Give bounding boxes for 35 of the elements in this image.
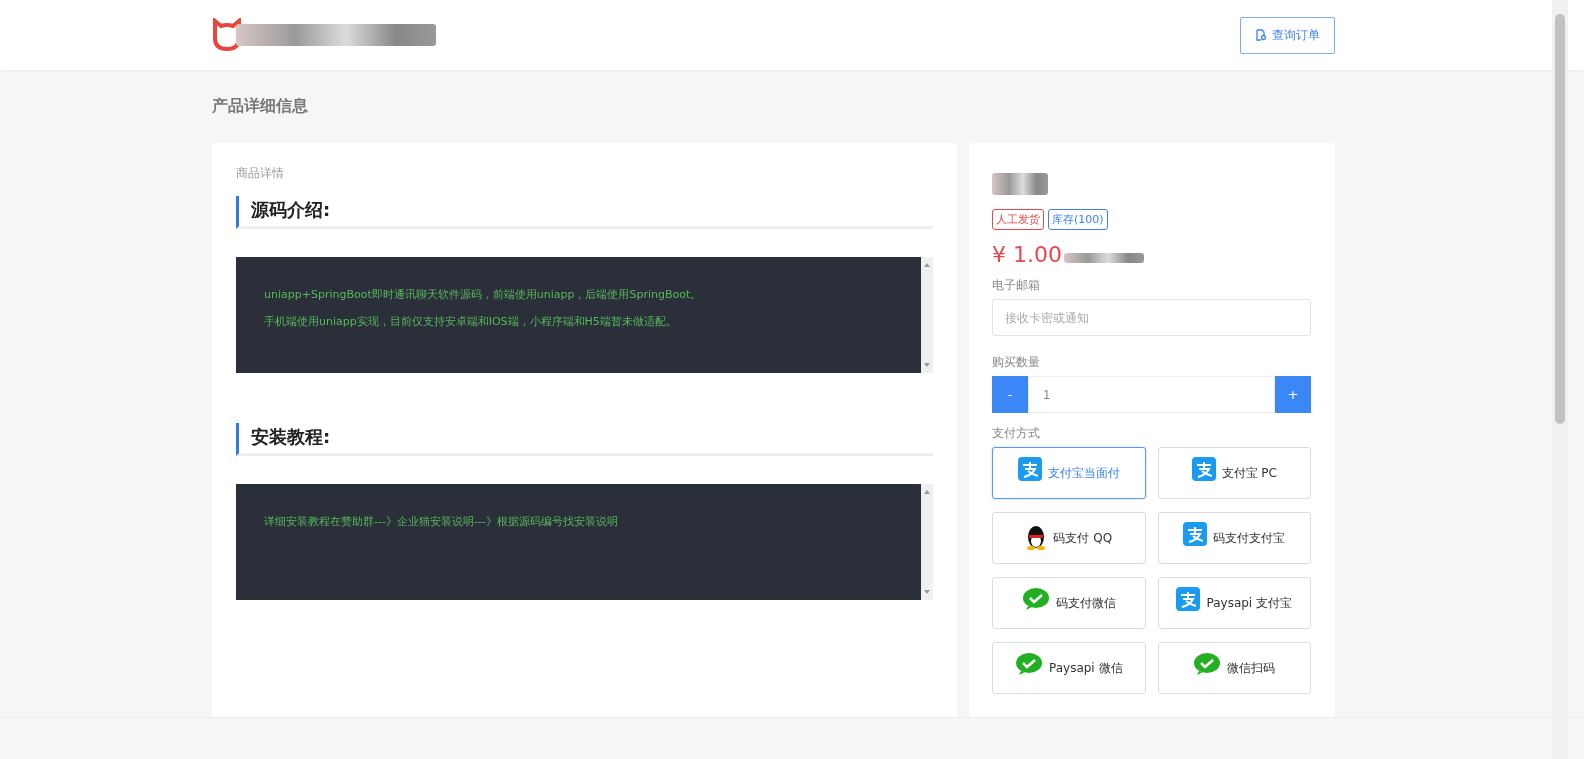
payment-option[interactable]: 微信扫码 (1157, 642, 1311, 694)
chat-check-icon (1021, 587, 1050, 611)
document-search-icon (1255, 29, 1267, 41)
code-text: 详细安装教程在赞助群---》企业猫安装说明---》根据源码编号找安装说明 (264, 514, 619, 529)
price: ¥ 1.00 (992, 242, 1062, 267)
decrease-button[interactable]: - (992, 376, 1028, 413)
field-label: 购买数量 (992, 354, 1041, 371)
payment-option[interactable]: 码支付 QQ (992, 512, 1146, 564)
field-label: 支付方式 (992, 425, 1041, 442)
chat-check-icon (1193, 652, 1222, 676)
payment-option[interactable]: Paysapi 微信 (992, 642, 1146, 694)
section-heading: 安装教程: (236, 423, 933, 456)
payment-option[interactable]: 支付宝当面付 (992, 447, 1146, 499)
order-query-button[interactable]: 查询订单 (1240, 16, 1335, 54)
scrollbar[interactable] (921, 257, 933, 373)
tag: 库存(100) (1048, 209, 1108, 230)
page-title: 产品详细信息 (212, 95, 309, 117)
section-heading: 源码介绍: (236, 196, 933, 229)
scrollbar[interactable] (1552, 0, 1568, 759)
payment-option[interactable]: Paysapi 支付宝 (1157, 577, 1311, 629)
cat-logo-icon (212, 18, 242, 52)
tag: 人工发货 (992, 209, 1044, 230)
payment-option[interactable]: 支付宝 PC (1157, 447, 1311, 499)
code-text: 手机端使用uniapp实现，目前仅支持安卓端和IOS端，小程序端和H5端暂未做适配。 (264, 314, 678, 329)
scrollbar[interactable] (921, 484, 933, 600)
payment-option[interactable]: 码支付支付宝 (1157, 512, 1311, 564)
increase-button[interactable]: + (1275, 376, 1311, 413)
card-caption: 商品详情 (236, 165, 285, 182)
quantity-field[interactable]: 1 (1028, 376, 1275, 413)
field-label: 电子邮箱 (992, 277, 1041, 294)
chat-check-icon (1015, 652, 1043, 676)
payment-option[interactable]: 码支付微信 (992, 577, 1146, 629)
code-text: uniapp+SpringBoot即时通讯聊天软件源码，前端使用uniapp，后端使用SpringBoot。 (264, 287, 703, 302)
blurred-product-name (992, 173, 1048, 195)
email-field[interactable]: 接收卡密或通知 (992, 299, 1311, 336)
